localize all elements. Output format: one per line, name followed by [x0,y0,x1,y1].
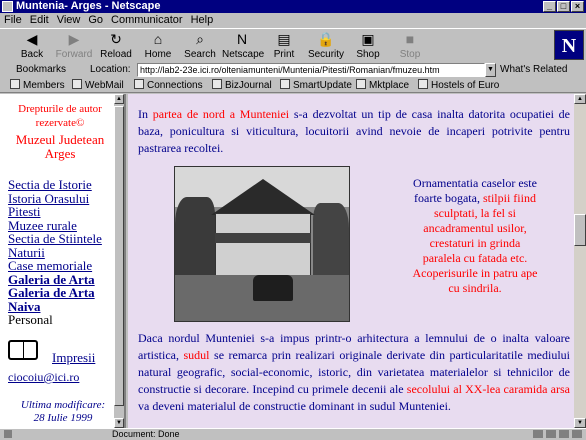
back-arrow-icon: ◀ [26,31,38,47]
search-button[interactable]: ⌕ Search [180,31,220,63]
minimize-button[interactable]: _ [543,1,556,12]
menu-file[interactable]: File [4,13,22,27]
home-icon: ⌂ [153,31,163,47]
location-toolbar: Bookmarks Location: http://lab2-23e.ici.… [0,62,586,78]
left-navigation-frame: Drepturile de autor rezervate© Muzeul Ju… [0,94,126,428]
stop-button[interactable]: ■ Stop [390,31,430,63]
component-bar [533,430,582,438]
nav-sectia-istorie[interactable]: Sectia de Istorie [8,178,112,192]
url-field[interactable]: http://lab2-23e.ici.ro/olteniamunteni/Mu… [137,63,485,77]
maximize-button[interactable]: □ [557,1,570,12]
bookmark-mktplace[interactable]: Mktplace [356,79,409,93]
close-button[interactable]: × [571,1,584,12]
netscape-app-icon [2,1,13,12]
menu-bar: File Edit View Go Communicator Help [0,13,586,27]
menu-go[interactable]: Go [88,13,103,27]
lock-icon: 🔒 [317,31,335,47]
impresii-link[interactable]: Impresii [52,350,95,366]
netscape-icon: N [236,31,248,47]
bookmark-bizjournal[interactable]: BizJournal [212,79,272,93]
forward-arrow-icon: ▶ [68,31,80,47]
location-label: Location: [90,64,131,75]
museum-title: Muzeul Judetean Arges [15,132,105,161]
menu-view[interactable]: View [57,13,81,27]
nav-stiintele-naturii[interactable]: Sectia de Stiintele Naturii [8,232,112,259]
main-scroll-up-icon[interactable]: ▲ [574,94,586,104]
nav-list: Sectia de Istorie Istoria Orasului Pites… [8,178,112,327]
main-content-frame: In partea de nord a Munteniei s-a dezvol… [128,94,586,428]
menu-help[interactable]: Help [191,13,214,27]
bookmark-members[interactable]: Members [10,79,65,93]
copyright-notice: Drepturile de autor rezervate© [18,103,102,129]
navigator-icon[interactable] [533,430,543,438]
netscape-button[interactable]: N Netscape [222,31,264,63]
mail-icon[interactable] [546,430,556,438]
scroll-up-icon[interactable]: ▲ [114,94,124,104]
reload-icon: ↻ [110,31,122,47]
nav-personal: Personal [8,312,53,327]
status-bar: Document: Done [0,428,586,439]
nav-galeria-arta-naiva[interactable]: Galeria de Arta Naiva [8,286,112,313]
menu-communicator[interactable]: Communicator [111,13,183,27]
composer-icon[interactable] [559,430,569,438]
house-photo [174,166,350,322]
print-icon: ▤ [277,31,291,47]
main-scrollbar[interactable]: ▲ ▼ [574,94,586,428]
main-scroll-down-icon[interactable]: ▼ [574,418,586,428]
url-dropdown-icon[interactable]: ▼ [485,63,496,77]
bookmark-webmail[interactable]: WebMail [72,79,124,93]
navigation-toolbar: ◀ Back ▶ Forward ↻ Reload ⌂ Home ⌕ Search N Ne… [0,28,586,64]
bookmark-smartupdate[interactable]: SmartUpdate [280,79,352,93]
main-scroll-thumb[interactable] [574,214,586,246]
personal-toolbar: Members WebMail Connections BizJournal S… [0,79,586,93]
book-icon[interactable] [8,340,38,360]
scroll-down-icon[interactable]: ▼ [114,418,124,428]
email-link[interactable]: ciocoiu@ici.ro [8,370,79,385]
search-icon: ⌕ [196,31,204,47]
left-scroll-thumb[interactable] [114,106,124,406]
security-button[interactable]: 🔒 Security [306,31,346,63]
nav-muzee-rurale[interactable]: Muzee rurale [8,218,112,233]
nav-istoria-orasului[interactable]: Istoria Orasului Pitesti [8,191,112,219]
status-text: Document: Done [112,429,180,439]
back-button[interactable]: ◀ Back [12,31,52,63]
title-bar: Muntenia- Arges - Netscape _ □ × [0,0,586,13]
intro-paragraph: In partea de nord a Munteniei s-a dezvol… [138,107,570,155]
bookmark-connections[interactable]: Connections [134,79,203,93]
left-scrollbar[interactable]: ▲ ▼ [114,94,124,428]
whats-related-button[interactable]: What's Related [500,62,568,78]
stop-icon: ■ [405,31,415,47]
home-button[interactable]: ⌂ Home [138,31,178,63]
south-paragraph: Daca nordul Munteniei s-a impus printr-o… [138,331,570,413]
netscape-logo[interactable]: N [554,30,584,60]
security-status-icon[interactable] [4,430,12,438]
menu-edit[interactable]: Edit [30,13,49,27]
nav-case-memoriale[interactable]: Case memoriale [8,259,112,273]
nav-galeria-arta[interactable]: Galeria de Arta [8,272,112,287]
discussion-icon[interactable] [572,430,582,438]
last-modified: Ultima modificare: 28 Iulie 1999 [20,399,106,424]
ornament-paragraph: Ornamentatia caselor este foarte bogata,… [412,176,538,295]
bookmark-hostels[interactable]: Hostels of Euro [418,79,499,93]
reload-button[interactable]: ↻ Reload [96,31,136,63]
shop-icon: ▣ [361,31,375,47]
forward-button[interactable]: ▶ Forward [54,31,94,63]
window-title: Muntenia- Arges - Netscape [16,0,161,12]
shop-button[interactable]: ▣ Shop [348,31,388,63]
bookmarks-button[interactable]: Bookmarks [16,62,66,78]
print-button[interactable]: ▤ Print [264,31,304,63]
